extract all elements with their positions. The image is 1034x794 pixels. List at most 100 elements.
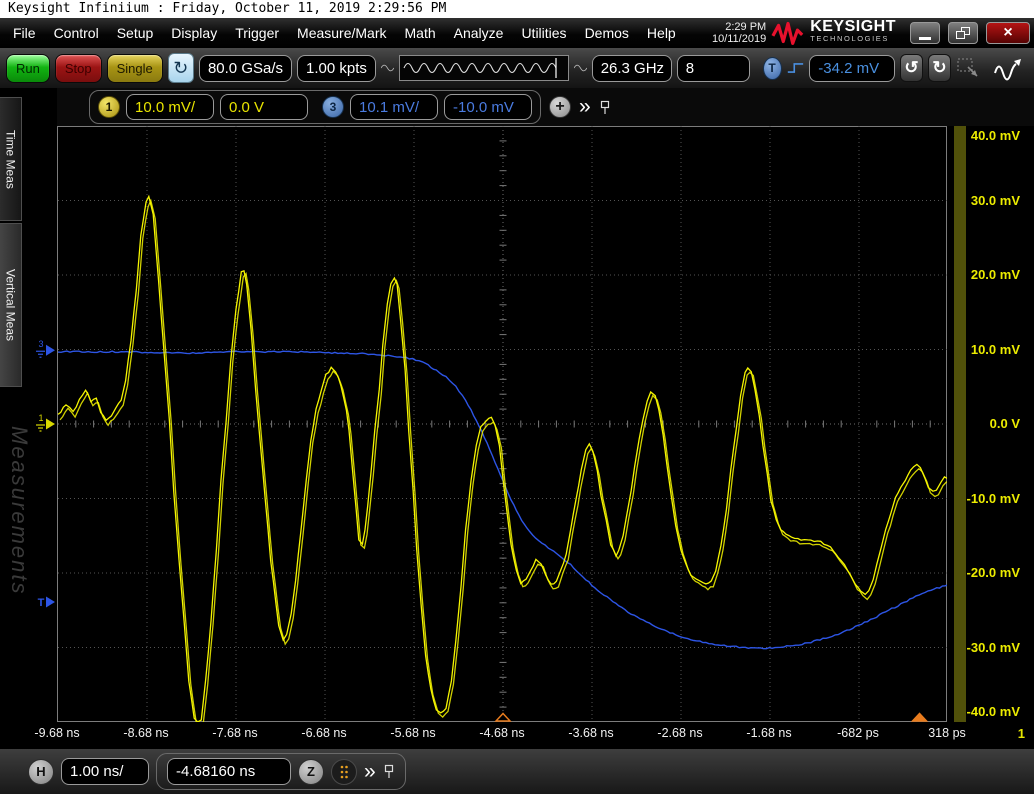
zoom-box-tool-icon[interactable] [956, 57, 982, 79]
waveform-scale-tool-icon[interactable] [992, 55, 1024, 81]
time-axis-label: -682 ps [816, 726, 900, 740]
waveform-display[interactable]: 31T [57, 126, 947, 722]
channel3-offset-field[interactable]: -10.0 mV [444, 94, 532, 120]
menu-item-file[interactable]: File [4, 25, 45, 41]
waveform-lead-squiggle-icon [381, 56, 394, 80]
timebase-scale-field[interactable]: 1.00 ns/ [61, 758, 149, 785]
vaxis-label: 20.0 mV [971, 267, 1020, 282]
ground-marker-ch1[interactable]: 1 [36, 413, 55, 431]
more-channels-button[interactable]: » [579, 97, 591, 117]
clear-display-icon: ↻ [173, 58, 188, 79]
menu-item-setup[interactable]: Setup [108, 25, 163, 41]
horizontal-timebase-bar: H 1.00 ns/ -4.68160 ns Z » [0, 748, 1034, 794]
axis-channel-indicator: 1 [1018, 726, 1025, 741]
restore-icon [956, 27, 970, 39]
restore-button[interactable] [948, 22, 978, 44]
waveform-canvas[interactable]: 3 1 T [35, 126, 948, 722]
numeric-entry-field[interactable]: 8 [677, 55, 750, 82]
time-axis-label: -4.68 ns [460, 726, 544, 740]
undo-button[interactable]: ↺ [900, 54, 923, 82]
brand-wordmark: KEYSIGHT TECHNOLOGIES [810, 21, 896, 45]
svg-text:3: 3 [38, 339, 43, 349]
waveform-tail-squiggle-icon [574, 56, 587, 80]
time-axis: 1 -9.68 ns-8.68 ns-7.68 ns-6.68 ns-5.68 … [57, 722, 1034, 748]
sidebar-tab-vertical-meas[interactable]: Vertical Meas [0, 223, 22, 387]
menu-item-utilities[interactable]: Utilities [512, 25, 575, 41]
svg-text:T: T [38, 597, 45, 609]
menu-item-measure-mark[interactable]: Measure/Mark [288, 25, 395, 41]
close-button[interactable]: × [986, 22, 1030, 44]
undo-icon: ↺ [904, 58, 918, 78]
timebase-group: -4.68160 ns Z » [156, 753, 406, 790]
vaxis-label: 0.0 V [990, 416, 1020, 431]
ground-marker-ch3[interactable]: 3 [36, 339, 55, 357]
menu-item-control[interactable]: Control [45, 25, 108, 41]
scope-column: 1 10.0 mV/ 0.0 V 3 10.1 mV/ -10.0 mV + »… [57, 88, 1034, 748]
more-timebase-button[interactable]: » [364, 762, 376, 782]
keysight-spark-logo-icon [771, 20, 805, 46]
trace-channel-1-persist [60, 200, 950, 726]
minimize-icon [919, 37, 931, 40]
menu-item-analyze[interactable]: Analyze [445, 25, 513, 41]
timebase-position-field[interactable]: -4.68160 ns [167, 758, 291, 785]
channel3-button[interactable]: 3 [322, 96, 344, 118]
time-axis-label: -3.68 ns [549, 726, 633, 740]
channel-bar: 1 10.0 mV/ 0.0 V 3 10.1 mV/ -10.0 mV + » [57, 88, 1034, 126]
time-axis-label: -2.68 ns [638, 726, 722, 740]
bandwidth-field[interactable]: 26.3 GHz [592, 55, 672, 82]
menu-item-trigger[interactable]: Trigger [226, 25, 288, 41]
channel1-scale-field[interactable]: 10.0 mV/ [126, 94, 214, 120]
channel3-scale-field[interactable]: 10.1 mV/ [350, 94, 438, 120]
vaxis-label: -20.0 mV [967, 565, 1020, 580]
minimize-button[interactable] [910, 22, 940, 44]
time-axis-label: -9.68 ns [15, 726, 99, 740]
sidebar-tab-time-meas[interactable]: Time Meas [0, 97, 22, 221]
single-button[interactable]: Single [107, 54, 163, 83]
menu-item-demos[interactable]: Demos [576, 25, 638, 41]
menu-item-help[interactable]: Help [638, 25, 685, 41]
memory-depth-field[interactable]: 1.00 kpts [297, 55, 376, 82]
vaxis-label: -30.0 mV [967, 640, 1020, 655]
vaxis-label: 10.0 mV [971, 342, 1020, 357]
channel1-offset-field[interactable]: 0.0 V [220, 94, 308, 120]
clear-display-button[interactable]: ↻ [168, 53, 194, 83]
clock-date: 10/11/2019 [712, 33, 766, 45]
main-menu: FileControlSetupDisplayTriggerMeasure/Ma… [4, 25, 685, 41]
svg-text:1: 1 [38, 413, 43, 423]
time-axis-label: -1.68 ns [727, 726, 811, 740]
acquisition-toolbar: Run Stop Single ↻ 80.0 GSa/s 1.00 kpts 2… [0, 48, 1034, 88]
redo-button[interactable]: ↻ [928, 54, 951, 82]
time-axis-label: -8.68 ns [104, 726, 188, 740]
trace-channel-3 [58, 351, 948, 649]
trigger-level-field[interactable]: -34.2 mV [809, 55, 895, 82]
channel1-button[interactable]: 1 [98, 96, 120, 118]
vaxis-label: -40.0 mV [967, 704, 1020, 719]
vaxis-label: 40.0 mV [971, 128, 1020, 143]
horizontal-button[interactable]: H [28, 759, 54, 785]
measurements-watermark: Measurements [6, 426, 32, 596]
markers-button[interactable] [331, 759, 357, 785]
menu-item-display[interactable]: Display [162, 25, 226, 41]
run-button[interactable]: Run [6, 54, 50, 83]
window-title-bar: Keysight Infiniium : Friday, October 11,… [0, 0, 1034, 18]
close-icon: × [1003, 24, 1012, 42]
sample-rate-field[interactable]: 80.0 GSa/s [199, 55, 292, 82]
trigger-source-button[interactable]: T [763, 57, 782, 80]
preview-sine-icon [400, 56, 568, 80]
vertical-axis: 40.0 mV30.0 mV20.0 mV10.0 mV0.0 V-10.0 m… [947, 126, 1034, 722]
menu-right-cluster: 2:29 PM 10/11/2019 KEYSIGHT TECHNOLOGIES… [712, 20, 1030, 46]
acquisition-preview[interactable] [399, 55, 569, 81]
brand-name: KEYSIGHT [810, 21, 896, 33]
horizontal-reference-marker[interactable] [496, 714, 510, 722]
menu-item-math[interactable]: Math [396, 25, 445, 41]
pin-icon[interactable] [599, 100, 611, 115]
zoom-mode-button[interactable]: Z [298, 759, 324, 785]
pin-icon[interactable] [383, 764, 395, 779]
trigger-level-marker[interactable]: T [38, 597, 55, 610]
stop-button[interactable]: Stop [55, 54, 102, 83]
time-axis-label: -6.68 ns [282, 726, 366, 740]
add-channel-button[interactable]: + [549, 96, 571, 118]
channel1-scale-strip [954, 126, 966, 722]
trigger-time-marker[interactable] [913, 714, 927, 722]
plot-row: 31T 40.0 mV30.0 mV20.0 mV10.0 mV0.0 V-10… [57, 126, 1034, 722]
